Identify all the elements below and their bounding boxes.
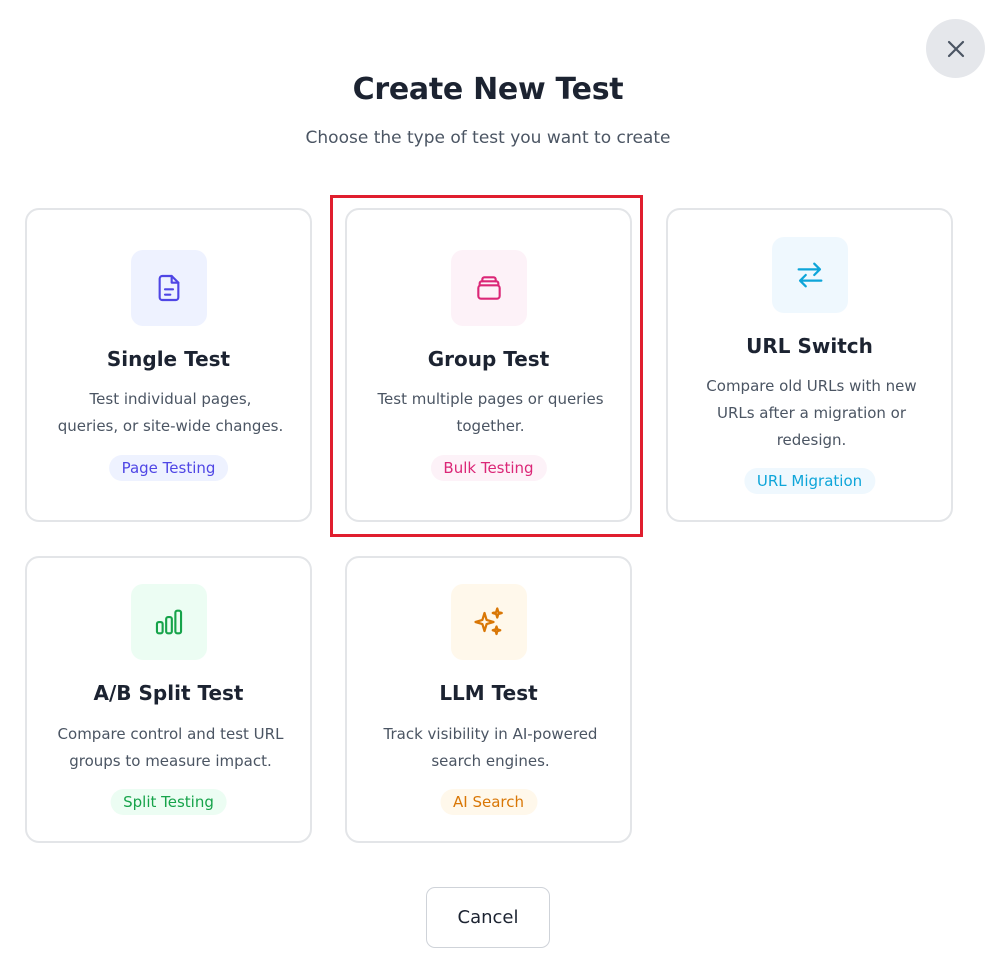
swap-arrows-icon	[797, 262, 823, 288]
stack-icon	[477, 276, 501, 300]
ab-split-test-card[interactable]: A/B Split Test Compare control and test …	[25, 556, 312, 843]
group-test-title: Group Test	[427, 347, 550, 371]
url-switch-title: URL Switch	[746, 334, 873, 358]
single-test-card[interactable]: Single Test Test individual pages, queri…	[25, 208, 312, 522]
llm-test-icon-box	[451, 584, 527, 660]
url-switch-card[interactable]: URL Switch Compare old URLs with new URL…	[666, 208, 953, 522]
bulk-testing-badge: Bulk Testing	[430, 455, 547, 481]
url-migration-badge: URL Migration	[743, 468, 876, 494]
ai-search-badge: AI Search	[440, 789, 537, 815]
cancel-button[interactable]: Cancel	[426, 887, 550, 948]
single-test-icon-box	[131, 250, 207, 326]
dialog-subtitle: Choose the type of test you want to crea…	[305, 128, 671, 148]
sparkles-icon	[474, 607, 503, 636]
group-test-card[interactable]: Group Test Test multiple pages or querie…	[345, 208, 632, 522]
dialog-title: Create New Test	[352, 72, 624, 107]
document-icon	[158, 274, 180, 302]
url-switch-icon-box	[772, 237, 848, 313]
group-test-icon-box	[451, 250, 527, 326]
page-testing-badge: Page Testing	[108, 455, 229, 481]
close-button[interactable]	[926, 19, 985, 78]
single-test-description: Test individual pages, queries, or site-…	[57, 390, 284, 435]
url-switch-description: Compare old URLs with new URLs after a m…	[706, 377, 917, 449]
llm-test-description: Track visibility in AI-powered search en…	[383, 725, 598, 770]
close-icon	[947, 40, 964, 57]
single-test-title: Single Test	[106, 347, 231, 371]
llm-test-card[interactable]: LLM Test Track visibility in AI-powered …	[345, 556, 632, 843]
llm-test-title: LLM Test	[439, 681, 538, 705]
split-testing-badge: Split Testing	[110, 789, 227, 815]
bar-chart-icon	[155, 609, 183, 635]
ab-split-test-icon-box	[131, 584, 207, 660]
ab-split-test-title: A/B Split Test	[93, 681, 244, 705]
ab-split-test-description: Compare control and test URL groups to m…	[57, 725, 284, 770]
group-test-description: Test multiple pages or queries together.	[377, 390, 604, 435]
create-test-dialog: Create New Test Choose the type of test …	[0, 0, 1003, 958]
